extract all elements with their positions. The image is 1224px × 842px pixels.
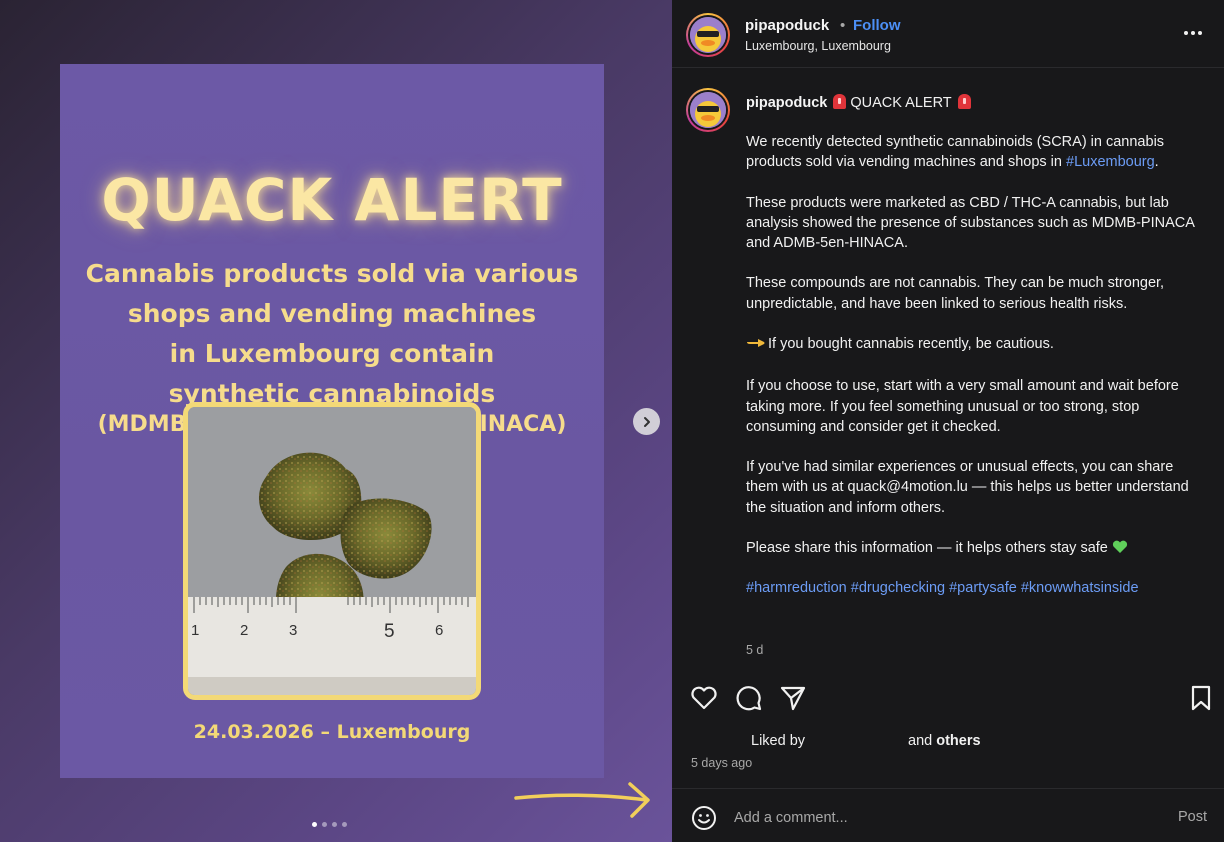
caption-age: 5 d: [746, 643, 764, 657]
action-bar: [672, 683, 1224, 717]
comment-bar: Post: [672, 788, 1224, 842]
header-separator: •: [840, 17, 846, 34]
bookmark-icon: [1191, 685, 1211, 711]
avatar[interactable]: [686, 13, 730, 57]
share-button[interactable]: [778, 683, 808, 713]
card-date: 24.03.2026 – Luxembourg: [193, 721, 471, 743]
post-media[interactable]: QUACK ALERT Cannabis products sold via v…: [0, 0, 672, 842]
header-username[interactable]: pipapoduck: [745, 17, 829, 34]
save-button[interactable]: [1186, 683, 1216, 713]
caption-paragraph: We recently detected synthetic cannabino…: [746, 132, 1206, 172]
more-icon[interactable]: [1184, 26, 1208, 40]
card-line-1: Cannabis products sold via various: [85, 259, 579, 288]
card-line-3: in Luxembourg contain: [169, 339, 495, 368]
post-panel: pipapoduck • Follow Luxembourg, Luxembou…: [672, 0, 1224, 842]
cannabis-photo: 1 2 3 5 6: [183, 402, 481, 700]
ruler-number: 1: [191, 622, 199, 639]
green-heart-icon: [1112, 540, 1128, 554]
share-icon: [780, 686, 806, 711]
caption-headline-row: pipapoduck QUACK ALERT: [746, 94, 975, 111]
caption-username[interactable]: pipapoduck: [746, 95, 827, 111]
ruler-number: 3: [289, 622, 297, 639]
caption-text: If you bought cannabis recently, be caut…: [768, 335, 1054, 352]
card-line-2: shops and vending machines: [127, 299, 537, 328]
alert-card: QUACK ALERT Cannabis products sold via v…: [60, 64, 604, 778]
ruler-number: 6: [435, 622, 443, 639]
caption-paragraph: If you bought cannabis recently, be caut…: [746, 334, 1206, 356]
pointing-hand-icon: [746, 336, 768, 356]
alarm-icon: [833, 94, 847, 109]
post-comment-button[interactable]: Post: [1178, 809, 1207, 825]
slide-dot-active: [312, 822, 317, 827]
next-slide-button[interactable]: [633, 408, 660, 435]
caption-text: .: [1154, 154, 1159, 171]
ruler-number: 5: [384, 621, 395, 642]
caption-body: We recently detected synthetic cannabino…: [746, 132, 1206, 599]
and-label: and: [908, 733, 933, 749]
card-title: QUACK ALERT: [101, 166, 563, 234]
caption-text: Please share this information — it helps…: [746, 539, 1108, 556]
slide-dot: [332, 822, 337, 827]
caption-avatar[interactable]: [686, 88, 730, 132]
arrow-decoration: [514, 782, 650, 818]
chevron-right-icon: [643, 416, 650, 427]
slide-indicator: [312, 822, 347, 827]
comment-button[interactable]: [734, 683, 764, 713]
post-timestamp: 5 days ago: [691, 756, 753, 770]
ruler-number: 2: [240, 622, 248, 639]
slide-dot: [342, 822, 347, 827]
post-location[interactable]: Luxembourg, Luxembourg: [745, 39, 891, 53]
slide-dot: [322, 822, 327, 827]
liked-by-others[interactable]: and others: [908, 733, 981, 749]
duck-avatar-icon: [690, 17, 726, 53]
liked-by-label: Liked by: [751, 733, 806, 749]
comment-input[interactable]: [734, 807, 1114, 829]
caption-paragraph: Please share this information — it helps…: [746, 538, 1206, 558]
emoji-icon[interactable]: [691, 805, 717, 831]
hashtags[interactable]: #harmreduction #drugchecking #partysafe …: [746, 578, 1206, 598]
follow-button[interactable]: Follow: [853, 17, 901, 34]
caption-paragraph: These products were marketed as CBD / TH…: [746, 194, 1195, 251]
caption-paragraph: If you've had similar experiences or unu…: [746, 459, 1189, 516]
like-button[interactable]: [689, 683, 719, 713]
caption-paragraph: These compounds are not cannabis. They c…: [746, 275, 1165, 312]
comment-icon: [736, 686, 762, 711]
others-label[interactable]: others: [936, 733, 980, 749]
caption-paragraph: If you choose to use, start with a very …: [746, 378, 1179, 435]
caption-headline: QUACK ALERT: [850, 95, 952, 111]
like-heart-icon: [691, 686, 717, 710]
alarm-icon: [957, 94, 971, 109]
hashtag-link[interactable]: #Luxembourg: [1066, 154, 1155, 170]
duck-avatar-icon: [690, 92, 726, 128]
post-header: pipapoduck • Follow Luxembourg, Luxembou…: [672, 0, 1224, 68]
